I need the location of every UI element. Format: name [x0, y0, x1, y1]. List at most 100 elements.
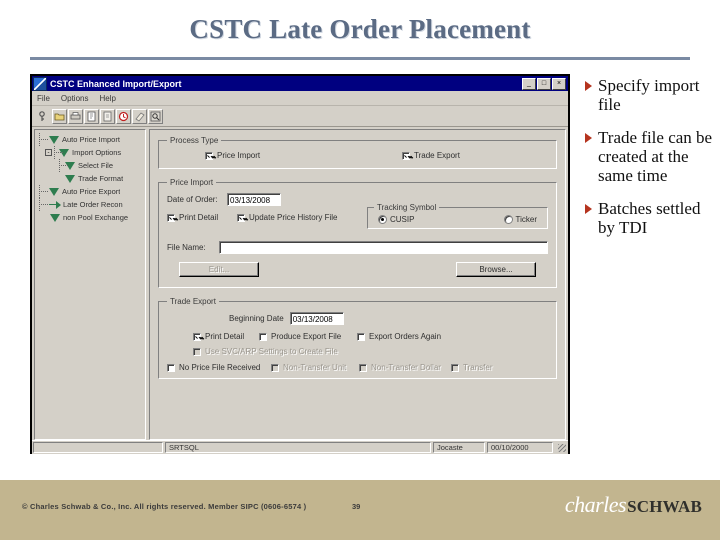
- tree-item-label: non Pool Exchange: [63, 213, 129, 222]
- bullet-item: Trade file can be created at the same ti…: [585, 128, 715, 185]
- copyright-text: © Charles Schwab & Co., Inc. All rights …: [22, 502, 307, 511]
- maximize-button[interactable]: □: [537, 77, 551, 90]
- title-divider: [30, 57, 690, 60]
- trade-export-legend: Trade Export: [170, 297, 216, 306]
- cstc-import-export-window: CSTC Enhanced Import/Export _ □ × File O…: [30, 74, 570, 454]
- window-client-area: Auto Price Import - Import Options Selec…: [32, 127, 568, 440]
- tree-item-late-order-recon[interactable]: Late Order Recon: [37, 198, 145, 211]
- trade-export-checkbox[interactable]: [402, 151, 410, 160]
- trade-export-group: Trade Export Beginning Date 03/13/2008 P…: [158, 297, 557, 379]
- price-import-print-detail-label: Print Detail: [179, 213, 219, 222]
- file-name-label: File Name:: [167, 243, 206, 252]
- tree-item-label: Late Order Recon: [63, 200, 123, 209]
- beginning-date-input[interactable]: 03/13/2008: [289, 312, 344, 325]
- menu-help[interactable]: Help: [99, 94, 115, 103]
- expander-icon[interactable]: -: [45, 149, 52, 156]
- triangle-icon: [49, 135, 59, 144]
- tree-connector: [54, 146, 63, 159]
- export-orders-again-label: Export Orders Again: [369, 332, 442, 341]
- bullet-item: Batches settled by TDI: [585, 199, 715, 237]
- non-transfer-unit-label: Non-Transfer Unit: [283, 363, 347, 372]
- edit-button[interactable]: Edit...: [179, 262, 259, 277]
- menu-file[interactable]: File: [37, 94, 50, 103]
- trade-export-print-detail-checkbox[interactable]: [193, 332, 201, 341]
- trade-export-print-detail-label: Print Detail: [205, 332, 245, 341]
- use-svc-arp-checkbox[interactable]: [193, 347, 201, 356]
- navigation-tree[interactable]: Auto Price Import - Import Options Selec…: [34, 129, 146, 440]
- bullet-item: Specify import file: [585, 76, 715, 114]
- date-of-order-label: Date of Order:: [167, 195, 218, 204]
- price-import-label: Price Import: [217, 151, 261, 160]
- price-import-checkbox[interactable]: [205, 151, 213, 160]
- logo-charles-text: charles: [564, 492, 627, 517]
- browse-button[interactable]: Browse...: [456, 262, 536, 277]
- search-window-icon[interactable]: [148, 108, 163, 124]
- date-of-order-input[interactable]: 03/13/2008: [227, 193, 281, 206]
- tracking-symbol-legend: Tracking Symbol: [377, 203, 437, 212]
- slide-footer: © Charles Schwab & Co., Inc. All rights …: [0, 480, 720, 540]
- price-import-print-detail-checkbox[interactable]: [167, 213, 175, 222]
- no-price-file-received-checkbox[interactable]: [167, 363, 175, 372]
- tracking-symbol-group: Tracking Symbol CUSIP Ticker: [367, 203, 548, 229]
- bullet-text: Batches settled by TDI: [598, 199, 701, 237]
- tree-item-auto-price-import[interactable]: Auto Price Import: [37, 133, 145, 146]
- bullet-triangle-icon: [585, 81, 592, 91]
- eraser-icon[interactable]: [132, 108, 147, 124]
- minimize-button[interactable]: _: [522, 77, 536, 90]
- price-import-group: Price Import Date of Order: 03/13/2008 P…: [158, 178, 557, 288]
- tree-item-import-options[interactable]: - Import Options: [37, 146, 145, 159]
- printer-icon[interactable]: [68, 108, 83, 124]
- bullet-text: Specify import file: [598, 76, 700, 114]
- logo-schwab-text: SCHWAB: [627, 497, 702, 516]
- ticker-radio[interactable]: [503, 215, 513, 224]
- export-orders-again-checkbox[interactable]: [357, 332, 365, 341]
- app-icon: [33, 76, 47, 91]
- tree-item-label: Select File: [78, 161, 114, 170]
- tree-item-non-pool-exchange[interactable]: non Pool Exchange: [37, 211, 145, 224]
- tree-item-select-file[interactable]: Select File: [37, 159, 145, 172]
- folder-open-icon[interactable]: [52, 108, 67, 124]
- file-name-input[interactable]: [219, 241, 548, 254]
- no-price-file-received-label: No Price File Received: [179, 363, 261, 372]
- print-preview-icon[interactable]: [84, 108, 99, 124]
- page-title: CSTC Late Order Placement: [189, 14, 531, 44]
- triangle-icon: [50, 213, 60, 222]
- non-transfer-dollar-checkbox[interactable]: [359, 363, 367, 372]
- status-user-cell: Jocaste: [433, 442, 485, 453]
- arrow-right-icon: [49, 200, 61, 209]
- menu-bar: File Options Help: [32, 91, 568, 106]
- tree-item-trade-format[interactable]: Trade Format: [37, 172, 145, 185]
- cusip-radio[interactable]: [378, 215, 387, 224]
- tree-item-label: Auto Price Export: [62, 187, 121, 196]
- non-transfer-unit-checkbox[interactable]: [271, 363, 279, 372]
- ticker-label: Ticker: [515, 215, 537, 224]
- use-svc-arp-label: Use SVC/ARP Settings to Create File: [205, 347, 338, 356]
- window-title: CSTC Enhanced Import/Export: [50, 78, 182, 89]
- clock-red-icon[interactable]: [116, 108, 131, 124]
- update-price-history-checkbox[interactable]: [237, 213, 245, 222]
- status-database-cell: SRTSQL: [165, 442, 431, 453]
- bullet-list: Specify import file Trade file can be cr…: [585, 76, 715, 251]
- bullet-triangle-icon: [585, 133, 592, 143]
- tree-item-label: Auto Price Import: [62, 135, 120, 144]
- resize-grip-icon[interactable]: [555, 442, 567, 453]
- update-price-history-label: Update Price History File: [249, 213, 338, 222]
- cusip-label: CUSIP: [390, 215, 415, 224]
- transfer-checkbox[interactable]: [451, 363, 459, 372]
- document-icon[interactable]: [100, 108, 115, 124]
- form-panel: Process Type Price Import Trade Export P…: [149, 129, 566, 440]
- status-left-cell: [33, 442, 163, 453]
- triangle-icon: [49, 187, 59, 196]
- tree-item-label: Import Options: [72, 148, 122, 157]
- key-icon[interactable]: [36, 108, 51, 124]
- tree-item-auto-price-export[interactable]: Auto Price Export: [37, 185, 145, 198]
- menu-options[interactable]: Options: [61, 94, 89, 103]
- close-button[interactable]: ×: [552, 77, 566, 90]
- tree-item-label: Trade Format: [78, 174, 124, 183]
- status-bar: SRTSQL Jocaste 00/10/2000: [32, 440, 568, 454]
- bullet-text: Trade file can be created at the same ti…: [598, 128, 713, 185]
- process-type-legend: Process Type: [170, 136, 219, 145]
- beginning-date-label: Beginning Date: [229, 314, 284, 323]
- produce-export-file-checkbox[interactable]: [259, 332, 267, 341]
- process-type-group: Process Type Price Import Trade Export: [158, 136, 557, 169]
